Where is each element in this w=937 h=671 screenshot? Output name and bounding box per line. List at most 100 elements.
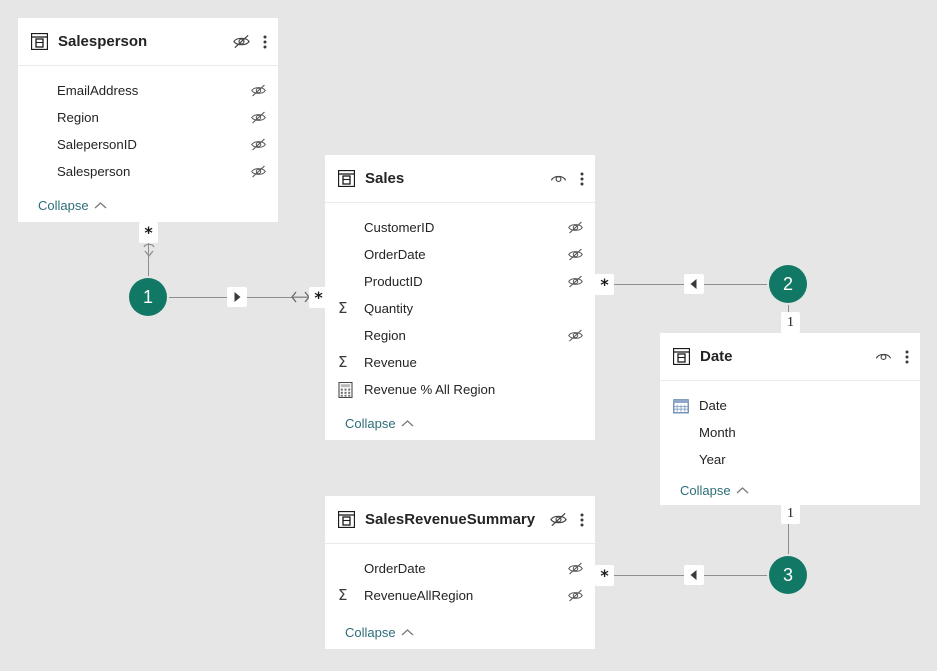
relationship-1-direction-arrow-right-icon[interactable] [227, 287, 247, 307]
hidden-eye-icon[interactable] [249, 109, 267, 126]
table-card-sales[interactable]: Sales CustomerID [325, 155, 595, 440]
sigma-icon: Σ [338, 588, 358, 603]
hidden-eye-icon[interactable] [549, 510, 568, 529]
table-header-salesrevenuesummary[interactable]: SalesRevenueSummary [325, 496, 595, 544]
hidden-eye-icon[interactable] [566, 560, 584, 577]
chevron-up-icon [401, 419, 414, 428]
hidden-eye-icon[interactable] [249, 136, 267, 153]
relationship-3-cardinality-many-salesrevenuesummary[interactable]: * [595, 565, 614, 586]
field-label: Region [364, 328, 566, 343]
collapse-label: Collapse [680, 483, 731, 498]
field-row[interactable]: ProductID [325, 268, 595, 295]
hidden-eye-icon[interactable] [566, 219, 584, 236]
relationship-2-cardinality-one-date[interactable]: 1 [781, 312, 800, 333]
field-row[interactable]: Year [660, 446, 920, 473]
field-row[interactable]: EmailAddress [18, 77, 278, 104]
table-header-date[interactable]: Date [660, 333, 920, 381]
table-title: SalesRevenueSummary [365, 511, 549, 528]
relationship-3-direction-arrow-left-icon[interactable] [684, 565, 704, 585]
field-row[interactable]: Region [18, 104, 278, 131]
collapse-button[interactable]: Collapse [18, 188, 278, 222]
table-title: Sales [365, 170, 549, 187]
more-options-icon[interactable] [905, 349, 909, 365]
relationship-badge-3[interactable]: 3 [769, 556, 807, 594]
field-list-salesrevenuesummary: OrderDate Σ RevenueAllRegion [325, 544, 595, 615]
cardinality-label: 1 [787, 506, 794, 522]
table-icon [338, 170, 355, 187]
field-label: Date [699, 398, 891, 413]
field-row[interactable]: Σ Quantity [325, 295, 595, 322]
table-title: Date [700, 348, 874, 365]
field-list-sales: CustomerID OrderDate [325, 203, 595, 406]
calendar-icon [673, 398, 693, 414]
table-title: Salesperson [58, 33, 232, 50]
field-row[interactable]: SalepersonID [18, 131, 278, 158]
field-label: Region [57, 110, 249, 125]
table-header-sales[interactable]: Sales [325, 155, 595, 203]
collapse-button[interactable]: Collapse [325, 406, 595, 440]
badge-label: 2 [783, 274, 793, 295]
field-label: RevenueAllRegion [364, 588, 566, 603]
hidden-eye-icon[interactable] [566, 273, 584, 290]
hidden-eye-icon[interactable] [566, 246, 584, 263]
badge-label: 3 [783, 565, 793, 586]
relationship-2-cardinality-many-sales[interactable]: * [595, 274, 614, 295]
field-label: Revenue [364, 355, 566, 370]
relationship-2-direction-arrow-left-icon[interactable] [684, 274, 704, 294]
field-row[interactable]: OrderDate [325, 555, 595, 582]
cardinality-label: * [144, 223, 152, 242]
calculator-icon [338, 382, 358, 398]
badge-label: 1 [143, 287, 153, 308]
collapse-label: Collapse [38, 198, 89, 213]
field-row[interactable]: OrderDate [325, 241, 595, 268]
field-label: OrderDate [364, 247, 566, 262]
hidden-eye-icon[interactable] [249, 82, 267, 99]
field-row[interactable]: Revenue % All Region [325, 376, 595, 403]
field-label: EmailAddress [57, 83, 249, 98]
table-card-salesrevenuesummary[interactable]: SalesRevenueSummary OrderDate [325, 496, 595, 649]
table-card-salesperson[interactable]: Salesperson EmailAddress [18, 18, 278, 222]
more-options-icon[interactable] [580, 512, 584, 528]
field-label: CustomerID [364, 220, 566, 235]
cardinality-label: 1 [787, 315, 794, 331]
collapse-button[interactable]: Collapse [660, 473, 920, 507]
more-options-icon[interactable] [263, 34, 267, 50]
field-list-date: Date Month Year [660, 381, 920, 473]
field-label: Quantity [364, 301, 566, 316]
field-row[interactable]: CustomerID [325, 214, 595, 241]
hidden-eye-icon[interactable] [566, 587, 584, 604]
field-row[interactable]: Date [660, 392, 920, 419]
relationship-badge-1[interactable]: 1 [129, 278, 167, 316]
table-card-date[interactable]: Date [660, 333, 920, 505]
field-label: Year [699, 452, 891, 467]
field-label: Revenue % All Region [364, 382, 566, 397]
sigma-icon: Σ [338, 355, 358, 370]
field-row[interactable]: Σ RevenueAllRegion [325, 582, 595, 609]
collapse-button[interactable]: Collapse [325, 615, 595, 649]
more-options-icon[interactable] [580, 171, 584, 187]
table-icon [673, 348, 690, 365]
field-row[interactable]: Region [325, 322, 595, 349]
sigma-icon: Σ [338, 301, 358, 316]
field-row[interactable]: Salesperson [18, 158, 278, 185]
table-icon [338, 511, 355, 528]
collapse-label: Collapse [345, 416, 396, 431]
hidden-eye-icon[interactable] [232, 32, 251, 51]
field-row[interactable]: Month [660, 419, 920, 446]
eye-icon[interactable] [874, 347, 893, 366]
hidden-eye-icon[interactable] [566, 327, 584, 344]
hidden-eye-icon[interactable] [249, 163, 267, 180]
table-header-salesperson[interactable]: Salesperson [18, 18, 278, 66]
cardinality-label: * [600, 275, 608, 294]
field-row[interactable]: Σ Revenue [325, 349, 595, 376]
collapse-label: Collapse [345, 625, 396, 640]
relationship-1-cardinality-many-salesperson[interactable]: * [139, 222, 158, 243]
relationship-badge-2[interactable]: 2 [769, 265, 807, 303]
chevron-up-icon [401, 628, 414, 637]
eye-icon[interactable] [549, 169, 568, 188]
field-label: Salesperson [57, 164, 249, 179]
field-label: Month [699, 425, 891, 440]
field-label: ProductID [364, 274, 566, 289]
cardinality-label: * [314, 288, 322, 307]
field-label: SalepersonID [57, 137, 249, 152]
